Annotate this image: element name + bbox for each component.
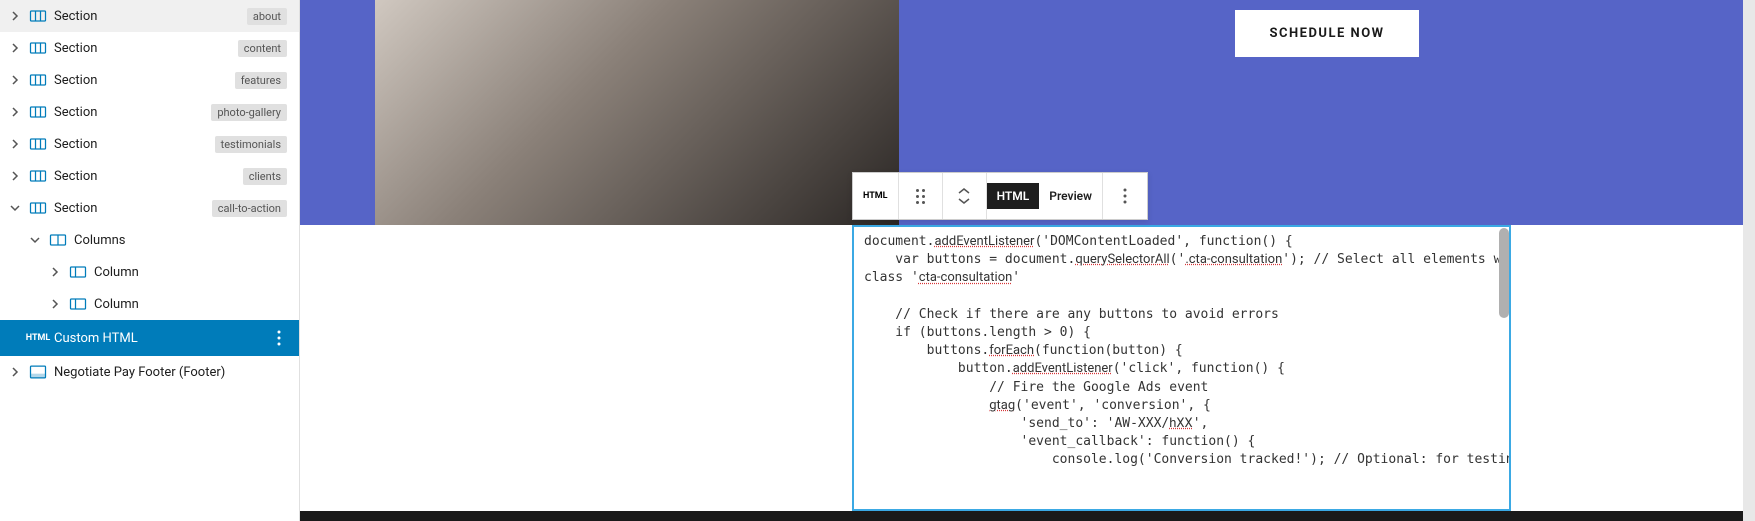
more-vertical-icon bbox=[1123, 188, 1127, 204]
canvas-right-gutter bbox=[1743, 0, 1755, 521]
column-icon bbox=[68, 294, 88, 314]
chevron-down-icon[interactable] bbox=[28, 233, 42, 247]
tree-item-column[interactable]: Column bbox=[0, 288, 299, 320]
section-icon bbox=[28, 166, 48, 186]
block-toolbar[interactable]: HTML HTML Preview bbox=[852, 172, 1148, 220]
custom-html-code-editor[interactable]: document.addEventListener('DOMContentLoa… bbox=[852, 225, 1511, 511]
tree-item-negotiate-pay-footer-footer-[interactable]: Negotiate Pay Footer (Footer) bbox=[0, 356, 299, 388]
section-icon bbox=[28, 38, 48, 58]
tree-item-column[interactable]: Column bbox=[0, 256, 299, 288]
tree-item-columns[interactable]: Columns bbox=[0, 224, 299, 256]
block-options-button[interactable] bbox=[1103, 173, 1147, 219]
block-navigation-sidebar[interactable]: Section about Section content Section feature… bbox=[0, 0, 300, 521]
section-icon bbox=[28, 198, 48, 218]
item-label: Section bbox=[54, 9, 241, 24]
hero-image-placeholder bbox=[375, 0, 899, 225]
section-icon bbox=[28, 70, 48, 90]
move-arrows[interactable] bbox=[943, 173, 987, 219]
columns-icon bbox=[48, 230, 68, 250]
chevron-right-icon[interactable] bbox=[8, 169, 22, 183]
column-icon bbox=[68, 262, 88, 282]
chevron-right-icon[interactable] bbox=[8, 365, 22, 379]
item-label: Columns bbox=[74, 233, 291, 248]
section-icon bbox=[28, 102, 48, 122]
tree-item-section[interactable]: Section testimonials bbox=[0, 128, 299, 160]
tree-item-custom-html[interactable]: HTML Custom HTML bbox=[0, 320, 299, 356]
tree-item-section[interactable]: Section photo-gallery bbox=[0, 96, 299, 128]
item-tag: clients bbox=[243, 168, 287, 185]
item-tag: about bbox=[247, 8, 287, 25]
item-label: Negotiate Pay Footer (Footer) bbox=[54, 365, 291, 380]
chevron-right-icon[interactable] bbox=[48, 297, 62, 311]
tree-item-section[interactable]: Section features bbox=[0, 64, 299, 96]
html-preview-tabs: HTML Preview bbox=[987, 173, 1103, 219]
chevron-right-icon[interactable] bbox=[8, 137, 22, 151]
item-tag: content bbox=[238, 40, 287, 57]
item-label: Column bbox=[94, 297, 291, 312]
block-type-indicator[interactable]: HTML bbox=[853, 173, 899, 219]
item-tag: testimonials bbox=[215, 136, 287, 153]
item-label: Section bbox=[54, 201, 206, 216]
chevron-down-icon[interactable] bbox=[8, 201, 22, 215]
drag-handle[interactable] bbox=[899, 173, 943, 219]
item-label: Section bbox=[54, 73, 229, 88]
item-label: Section bbox=[54, 137, 209, 152]
item-tag: photo-gallery bbox=[211, 104, 287, 121]
footer-icon bbox=[28, 362, 48, 382]
code-scrollbar[interactable] bbox=[1499, 228, 1509, 318]
chevron-up-icon bbox=[958, 187, 970, 195]
tree-item-section[interactable]: Section clients bbox=[0, 160, 299, 192]
section-icon bbox=[28, 134, 48, 154]
item-label: Section bbox=[54, 169, 237, 184]
tab-preview[interactable]: Preview bbox=[1039, 183, 1102, 209]
item-tag: features bbox=[235, 72, 287, 89]
chevron-right-icon[interactable] bbox=[8, 41, 22, 55]
item-label: Section bbox=[54, 41, 232, 56]
chevron-right-icon[interactable] bbox=[8, 105, 22, 119]
item-label: Custom HTML bbox=[54, 331, 261, 346]
item-label: Column bbox=[94, 265, 291, 280]
tree-item-section[interactable]: Section call-to-action bbox=[0, 192, 299, 224]
tree-item-section[interactable]: Section content bbox=[0, 32, 299, 64]
html-icon: HTML bbox=[28, 328, 48, 348]
tab-html[interactable]: HTML bbox=[987, 183, 1040, 209]
tree-item-section[interactable]: Section about bbox=[0, 0, 299, 32]
chevron-none-icon bbox=[8, 331, 22, 345]
footer-dark-strip bbox=[300, 511, 1755, 521]
item-label: Section bbox=[54, 105, 205, 120]
schedule-now-button[interactable]: SCHEDULE NOW bbox=[1235, 10, 1418, 57]
section-icon bbox=[28, 6, 48, 26]
chevron-right-icon[interactable] bbox=[48, 265, 62, 279]
chevron-right-icon[interactable] bbox=[8, 9, 22, 23]
item-tag: call-to-action bbox=[212, 200, 287, 217]
editor-canvas: SCHEDULE NOW HTML HTML Preview document.… bbox=[300, 0, 1755, 521]
chevron-down-icon bbox=[958, 197, 970, 205]
item-options-button[interactable] bbox=[267, 326, 291, 350]
chevron-right-icon[interactable] bbox=[8, 73, 22, 87]
